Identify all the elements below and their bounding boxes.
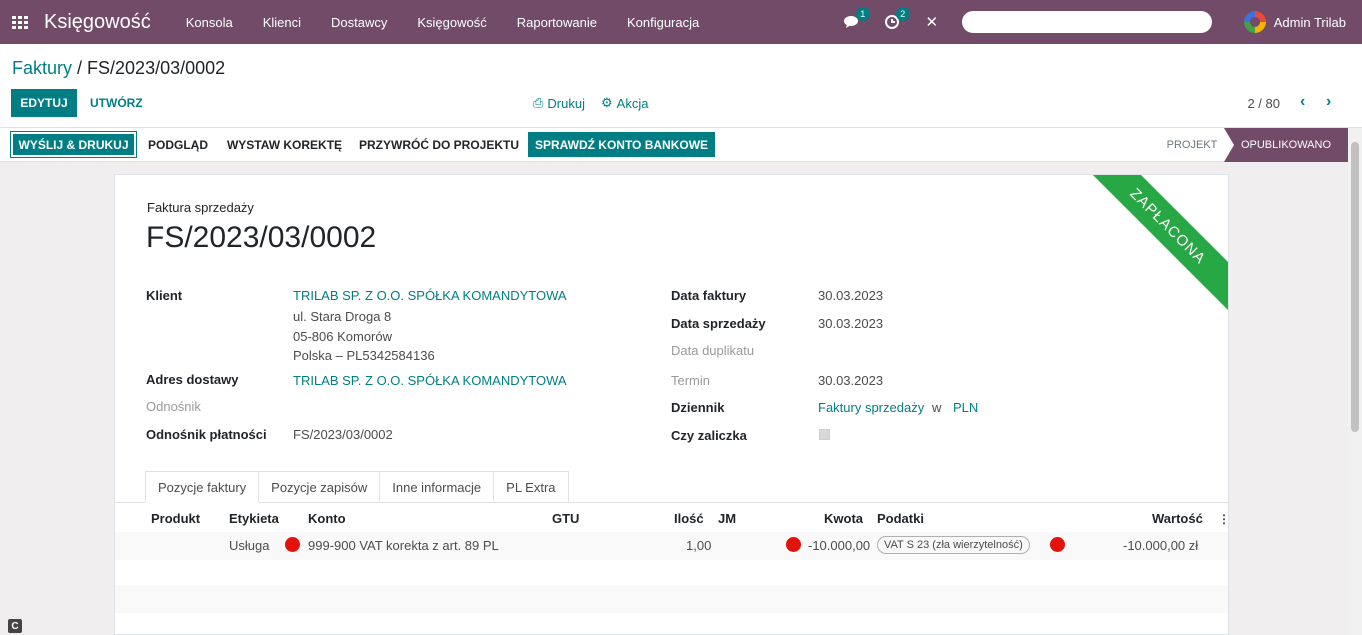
pager-value[interactable]: 2 / 80 [1247,96,1280,111]
breadcrumb-parent[interactable]: Faktury [12,58,72,78]
activity-clock-icon[interactable]: 2 [882,7,910,32]
row-price[interactable]: -10.000,00 [808,538,870,553]
column-header-gtu[interactable]: GTU [552,511,579,526]
stage-posted[interactable]: Opublikowano [1224,128,1348,162]
payment-reference-label: Odnośnik płatności [146,427,267,442]
empty-table-row [115,585,1228,613]
client-address-city: 05-806 Komorów [293,329,392,344]
row-label[interactable]: Usługa [229,538,269,553]
menu-raportowanie[interactable]: Raportowanie [502,15,612,30]
create-button[interactable]: Utwórz [90,89,143,117]
breadcrumb-current: FS/2023/03/0002 [87,58,226,78]
form-sheet: Zapłacona Faktura sprzedaży FS/2023/03/0… [114,174,1229,635]
warning-dot-icon [1050,537,1065,552]
notebook-tabs: Pozycje faktury Pozycje zapisów Inne inf… [145,471,569,503]
action-label: Akcja [616,95,649,111]
row-subtotal: -10.000,00 zł [1123,538,1199,553]
paid-ribbon: Zapłacona [1078,175,1228,316]
edit-button[interactable]: Edytuj [11,89,77,117]
credit-note-button[interactable]: Wystaw korektę [220,132,349,157]
column-header-account[interactable]: Konto [308,511,346,526]
control-panel: Faktury / FS/2023/03/0002 Edytuj Utwórz … [0,44,1362,128]
sale-date-value: 30.03.2023 [818,316,884,331]
invoice-date-value: 30.03.2023 [818,288,884,303]
app-title[interactable]: Księgowość [44,11,151,34]
scrollbar-thumb[interactable] [1351,142,1359,432]
due-date-label: Termin [671,373,711,388]
menu-konsola[interactable]: Konsola [171,15,248,30]
journal-in-word: w [932,400,942,415]
tax-tag[interactable]: VAT S 23 (zła wierzytelność) [877,536,1030,554]
delivery-address-link[interactable]: TRILAB SP. Z O.O. SPÓŁKA KOMANDYTOWA [293,373,567,388]
action-button[interactable]: ⚙ Akcja [601,95,648,111]
activity-badge: 2 [895,7,910,21]
messages-badge: 1 [855,7,870,21]
breadcrumb-separator: / [72,58,88,78]
column-header-quantity[interactable]: Ilość [674,511,704,526]
advance-checkbox[interactable] [819,429,830,440]
stage-draft[interactable]: Projekt [1156,128,1228,162]
messages-icon[interactable]: 1 [842,7,870,32]
column-header-label[interactable]: Etykieta [229,511,279,526]
journal-label: Dziennik [671,400,725,415]
sale-date-label: Data sprzedaży [671,316,766,331]
send-print-button[interactable]: Wyślij & Drukuj [11,132,136,157]
warning-dot-icon [285,537,300,552]
client-address-country-vat: Polska – PL5342584136 [293,348,435,363]
column-header-subtotal[interactable]: Wartość [1152,511,1203,526]
row-account[interactable]: 999-900 VAT korekta z art. 89 PL [308,538,499,553]
print-icon: ⎙ [533,95,544,110]
client-link[interactable]: TRILAB SP. Z O.O. SPÓŁKA KOMANDYTOWA [293,288,567,303]
tab-pl-extra[interactable]: PL Extra [494,471,569,503]
debug-tools-icon[interactable]: ✕ [922,12,942,32]
print-button[interactable]: ⎙ Drukuj [533,95,585,111]
apps-menu-icon[interactable] [12,15,28,29]
page-scrollbar[interactable] [1348,128,1362,635]
menu-konfiguracja[interactable]: Konfiguracja [612,15,714,30]
menu-ksiegowosc[interactable]: Księgowość [402,15,501,30]
top-navbar: Księgowość Konsola Klienci Dostawcy Księ… [0,0,1362,44]
menu-dostawcy[interactable]: Dostawcy [316,15,402,30]
client-address-street: ul. Stara Droga 8 [293,309,392,324]
browser-extension-icon[interactable]: C [8,619,22,633]
redacted-area [961,11,1212,33]
tab-journal-items[interactable]: Pozycje zapisów [259,471,381,503]
user-menu[interactable]: Admin Trilab [1274,15,1346,30]
invoice-number: FS/2023/03/0002 [146,221,377,254]
due-date-value: 30.03.2023 [818,373,884,388]
company-logo-avatar[interactable] [1243,11,1266,33]
invoice-date-label: Data faktury [671,288,747,303]
check-bank-account-button[interactable]: Sprawdź konto bankowe [528,132,715,157]
menu-klienci[interactable]: Klienci [248,15,316,30]
tab-invoice-lines[interactable]: Pozycje faktury [145,471,260,503]
document-type: Faktura sprzedaży [147,200,254,215]
reset-to-draft-button[interactable]: Przywróć do projektu [353,132,525,157]
breadcrumb: Faktury / FS/2023/03/0002 [12,58,225,79]
pager-next-icon[interactable]: › [1326,93,1331,111]
gear-icon: ⚙ [601,95,613,110]
pager-previous-icon[interactable]: ‹ [1300,93,1305,111]
optional-columns-icon[interactable]: ⋮ [1218,512,1228,526]
column-header-taxes[interactable]: Podatki [877,511,924,526]
tab-other-info[interactable]: Inne informacje [380,471,495,503]
column-header-uom[interactable]: JM [718,511,736,526]
status-bar: Wyślij & Drukuj Podgląd Wystaw korektę P… [0,128,1348,162]
warning-dot-icon [786,537,801,552]
duplicate-date-label: Data duplikatu [671,343,755,358]
delivery-address-label: Adres dostawy [146,372,239,387]
advance-label: Czy zaliczka [671,428,747,443]
column-header-price[interactable]: Kwota [824,511,863,526]
column-header-product[interactable]: Produkt [151,511,200,526]
print-label: Drukuj [547,95,585,111]
currency-link[interactable]: PLN [953,400,978,415]
preview-button[interactable]: Podgląd [140,132,216,157]
reference-label: Odnośnik [146,399,201,414]
client-label: Klient [146,288,183,303]
row-quantity[interactable]: 1,00 [686,538,711,553]
payment-reference-value: FS/2023/03/0002 [293,427,393,442]
journal-link[interactable]: Faktury sprzedaży [818,400,924,415]
